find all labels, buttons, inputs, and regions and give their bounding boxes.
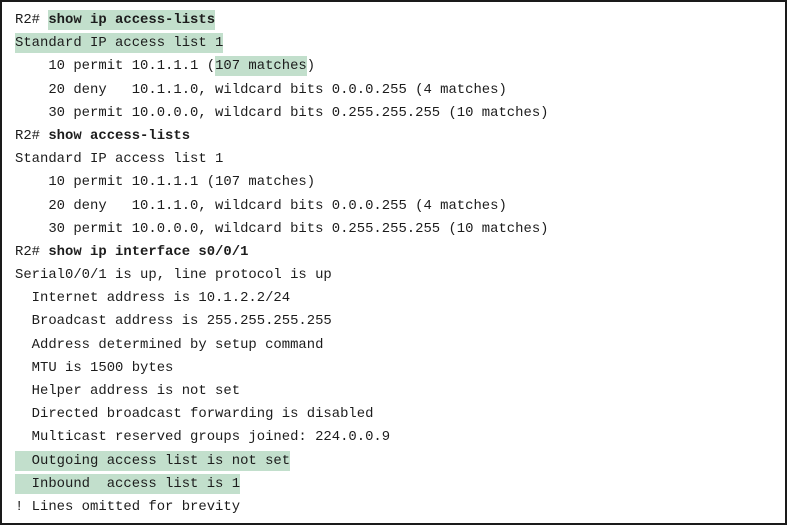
omitted-note: ! Lines omitted for brevity [15, 498, 241, 515]
output-line: MTU is 1500 bytes [15, 357, 777, 380]
acl-header: Standard IP access list 1 [15, 151, 224, 168]
interface-detail: Multicast reserved groups joined: 224.0.… [15, 429, 391, 446]
output-line: ! Lines omitted for brevity [15, 496, 777, 519]
output-line: 10 permit 10.1.1.1 (107 matches) [15, 55, 777, 78]
command-line: R2# show ip access-lists [15, 9, 777, 32]
output-line: 10 permit 10.1.1.1 (107 matches) [15, 171, 777, 194]
acl-entry: 20 deny 10.1.1.0, wildcard bits 0.0.0.25… [15, 197, 507, 214]
output-line: 30 permit 10.0.0.0, wildcard bits 0.255.… [15, 102, 777, 125]
inbound-acl-status: Inbound access list is 1 [15, 473, 241, 494]
interface-detail: Internet address is 10.1.2.2/24 [15, 290, 291, 307]
prompt: R2# [15, 243, 49, 260]
acl-header: Standard IP access list 1 [15, 33, 224, 54]
terminal-window: R2# show ip access-lists Standard IP acc… [0, 0, 787, 525]
output-line: Outgoing access list is not set [15, 450, 777, 473]
output-line: Serial0/0/1 is up, line protocol is up [15, 264, 777, 287]
command-text: show ip interface s0/0/1 [48, 243, 249, 260]
interface-detail: Helper address is not set [15, 383, 241, 399]
output-line: Broadcast address is 255.255.255.255 [15, 310, 777, 333]
interface-detail: Broadcast address is 255.255.255.255 [15, 313, 332, 330]
command-text: show ip access-lists [48, 10, 216, 30]
command-line: R2# show ip interface s0/0/1 [15, 241, 777, 264]
command-text: show access-lists [48, 127, 191, 144]
output-line: 20 deny 10.1.1.0, wildcard bits 0.0.0.25… [15, 79, 777, 102]
output-line: Helper address is not set [15, 380, 777, 403]
output-line: Inbound access list is 1 [15, 473, 777, 496]
acl-entry: 30 permit 10.0.0.0, wildcard bits 0.255.… [15, 220, 549, 237]
output-line: Multicast reserved groups joined: 224.0.… [15, 426, 777, 449]
output-line: Directed broadcast forwarding is disable… [15, 403, 777, 426]
output-line: 30 permit 10.0.0.0, wildcard bits 0.255.… [15, 218, 777, 241]
prompt: R2# [15, 127, 49, 144]
interface-detail: Directed broadcast forwarding is disable… [15, 406, 374, 423]
acl-entry: 30 permit 10.0.0.0, wildcard bits 0.255.… [15, 104, 549, 121]
prompt: R2# [15, 12, 49, 28]
terminal-output: R2# show ip access-lists Standard IP acc… [15, 9, 777, 519]
output-line: Standard IP access list 1 [15, 148, 777, 171]
interface-detail: Address determined by setup command [15, 336, 324, 353]
match-count: 107 matches [215, 56, 307, 77]
output-line: Standard IP access list 1 [15, 32, 777, 55]
acl-entry-suffix: ) [306, 58, 316, 75]
command-line: R2# show access-lists [15, 125, 777, 148]
outgoing-acl-status: Outgoing access list is not set [15, 450, 291, 471]
acl-entry-prefix: 10 permit 10.1.1.1 ( [15, 58, 216, 75]
interface-status: Serial0/0/1 is up, line protocol is up [15, 267, 332, 284]
output-line: 20 deny 10.1.1.0, wildcard bits 0.0.0.25… [15, 195, 777, 218]
output-line: Internet address is 10.1.2.2/24 [15, 287, 777, 310]
acl-entry: 20 deny 10.1.1.0, wildcard bits 0.0.0.25… [15, 81, 507, 98]
interface-detail: MTU is 1500 bytes [15, 359, 174, 376]
acl-entry: 10 permit 10.1.1.1 (107 matches) [15, 174, 316, 191]
output-line: Address determined by setup command [15, 334, 777, 357]
